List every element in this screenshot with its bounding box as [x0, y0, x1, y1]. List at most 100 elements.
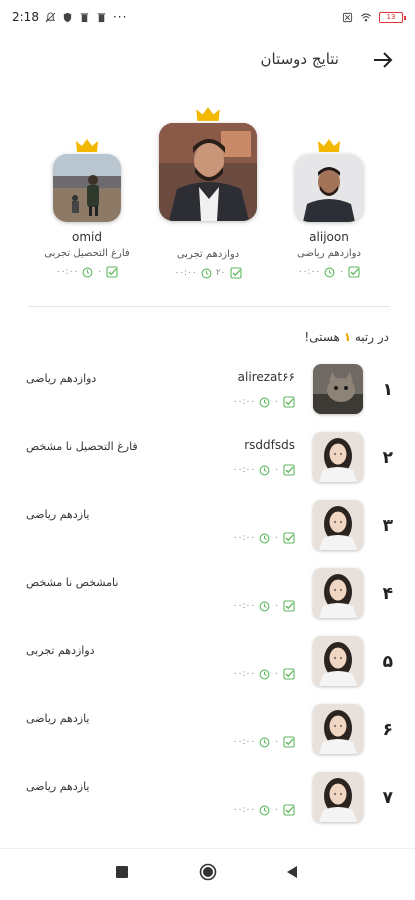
rank-number: ۴ — [382, 584, 393, 604]
avatar — [313, 636, 363, 686]
battery-icon: 13 — [379, 11, 406, 23]
rank-number: ۱ — [382, 380, 393, 400]
list-item[interactable]: ۱ alirezat۶۶ دوازدهم ریاضی ۰۰:۰۰ ۰ — [0, 362, 415, 430]
crown-icon — [76, 139, 98, 152]
list-item[interactable]: ۴ نامشخص نا مشخص ۰۰:۰۰ ۰ — [0, 566, 415, 634]
rank-number: ۳ — [382, 516, 393, 536]
correct-count: ۲۰ — [215, 268, 226, 278]
time-value: ۰۰:۰۰ — [174, 268, 197, 278]
time-value: ۰۰:۰۰ — [232, 533, 256, 543]
correct-count: ۰ — [274, 805, 279, 815]
crown-icon — [196, 107, 220, 121]
list-item[interactable]: ۵ دوازدهم تجربی ۰۰:۰۰ ۰ — [0, 634, 415, 702]
divider — [28, 306, 390, 307]
rank-suffix: هستی! — [304, 330, 340, 344]
rank-number: ۶ — [382, 720, 393, 740]
avatar — [295, 154, 363, 222]
row-stats: ۰۰:۰۰ ۰ — [233, 668, 295, 680]
grade-label: دوازدهم ریاضی — [26, 372, 97, 385]
time-value: ۰۰:۰۰ — [232, 737, 256, 747]
back-icon[interactable] — [285, 865, 299, 879]
podium-grade: دوازدهم ریاضی — [297, 248, 361, 259]
back-arrow-icon[interactable] — [371, 48, 395, 72]
podium-third[interactable]: omid فارغ التحصیل تجربی ۰۰:۰۰ ۰ — [38, 138, 136, 278]
time-value: ۰۰:۰۰ — [55, 267, 79, 277]
status-bar: 2:18 ··· 13 — [0, 0, 415, 34]
clock-icon — [259, 601, 270, 611]
clock-icon — [82, 267, 93, 277]
check-icon — [283, 668, 295, 680]
podium-name: omid — [72, 230, 102, 244]
clock-icon — [201, 268, 212, 278]
avatar — [313, 500, 363, 550]
podium-name: alijoon — [309, 230, 349, 244]
trash-icon-2 — [97, 12, 106, 22]
correct-count: ۰ — [339, 267, 345, 277]
time-value: ۰۰:۰۰ — [232, 805, 256, 815]
correct-count: ۰ — [97, 267, 103, 277]
row-stats: ۰۰:۰۰ ۰ — [233, 736, 295, 748]
clock-icon — [324, 267, 335, 277]
grade-label: یازدهم ریاضی — [26, 780, 90, 793]
clock-icon — [259, 533, 270, 543]
grade-label: دوازدهم تجربی — [26, 644, 95, 657]
check-icon — [283, 600, 295, 612]
check-icon — [106, 266, 118, 278]
sim-off-icon — [342, 12, 353, 22]
check-icon — [283, 736, 295, 748]
clock-icon — [259, 465, 270, 475]
avatar — [313, 432, 363, 482]
check-icon — [283, 396, 295, 408]
time-value: ۰۰:۰۰ — [297, 267, 321, 277]
podium-stats: ۰۰:۰۰ ۲۰ — [155, 267, 261, 279]
list-item[interactable]: ۳ یازدهم ریاضی ۰۰:۰۰ ۰ — [0, 498, 415, 566]
list-item[interactable]: ۲ rsddfsds فارغ التحصیل نا مشخص ۰۰:۰۰ ۰ — [0, 430, 415, 498]
time-value: ۰۰:۰۰ — [232, 397, 256, 407]
trash-icon — [80, 12, 89, 22]
recent-apps-icon[interactable] — [115, 865, 129, 879]
clock-icon — [259, 805, 270, 815]
correct-count: ۰ — [274, 669, 279, 679]
podium-grade: دوازدهم تجربی — [176, 249, 240, 260]
status-time: 2:18 — [12, 10, 39, 24]
time-value: ۰۰:۰۰ — [232, 669, 256, 679]
check-icon — [283, 464, 295, 476]
rank-number: ۵ — [382, 652, 393, 672]
avatar — [53, 154, 121, 222]
list-item[interactable]: ۷ یازدهم ریاضی ۰۰:۰۰ ۰ — [0, 770, 415, 838]
check-icon — [229, 267, 242, 279]
home-icon[interactable] — [199, 863, 217, 881]
row-stats: ۰۰:۰۰ ۰ — [233, 532, 295, 544]
grade-label: نامشخص نا مشخص — [26, 576, 119, 589]
correct-count: ۰ — [274, 397, 279, 407]
battery-level: 13 — [386, 12, 396, 21]
row-stats: ۰۰:۰۰ ۰ — [233, 396, 295, 408]
rank-number: ۲ — [382, 448, 393, 468]
correct-count: ۰ — [274, 533, 279, 543]
shield-icon — [63, 12, 72, 22]
clock-icon — [259, 669, 270, 679]
avatar — [159, 123, 257, 221]
row-stats: ۰۰:۰۰ ۰ — [233, 804, 295, 816]
podium-second[interactable]: alijoon دوازدهم ریاضی ۰۰:۰۰ ۰ — [280, 138, 378, 278]
crown-icon — [318, 139, 340, 152]
wifi-icon — [361, 13, 371, 21]
correct-count: ۰ — [274, 465, 279, 475]
grade-label: فارغ التحصیل نا مشخص — [26, 440, 138, 453]
avatar — [313, 568, 363, 618]
podium: omid فارغ التحصیل تجربی ۰۰:۰۰ ۰ دوازدهم … — [0, 100, 415, 300]
rank-prefix: در رتبه — [354, 330, 389, 344]
time-value: ۰۰:۰۰ — [232, 601, 256, 611]
check-icon — [348, 266, 360, 278]
grade-label: یازدهم ریاضی — [26, 508, 90, 521]
list-item[interactable]: ۶ یازدهم ریاضی ۰۰:۰۰ ۰ — [0, 702, 415, 770]
podium-stats: ۰۰:۰۰ ۰ — [38, 266, 136, 278]
app-header: نتایج دوستان — [0, 44, 415, 76]
correct-count: ۰ — [274, 737, 279, 747]
podium-first[interactable]: دوازدهم تجربی ۰۰:۰۰ ۲۰ — [155, 106, 261, 286]
notification-off-icon — [45, 11, 56, 22]
page-title: نتایج دوستان — [260, 50, 339, 68]
avatar — [313, 364, 363, 414]
more-dots-icon: ··· — [112, 10, 128, 24]
username: rsddfsds — [244, 438, 295, 452]
